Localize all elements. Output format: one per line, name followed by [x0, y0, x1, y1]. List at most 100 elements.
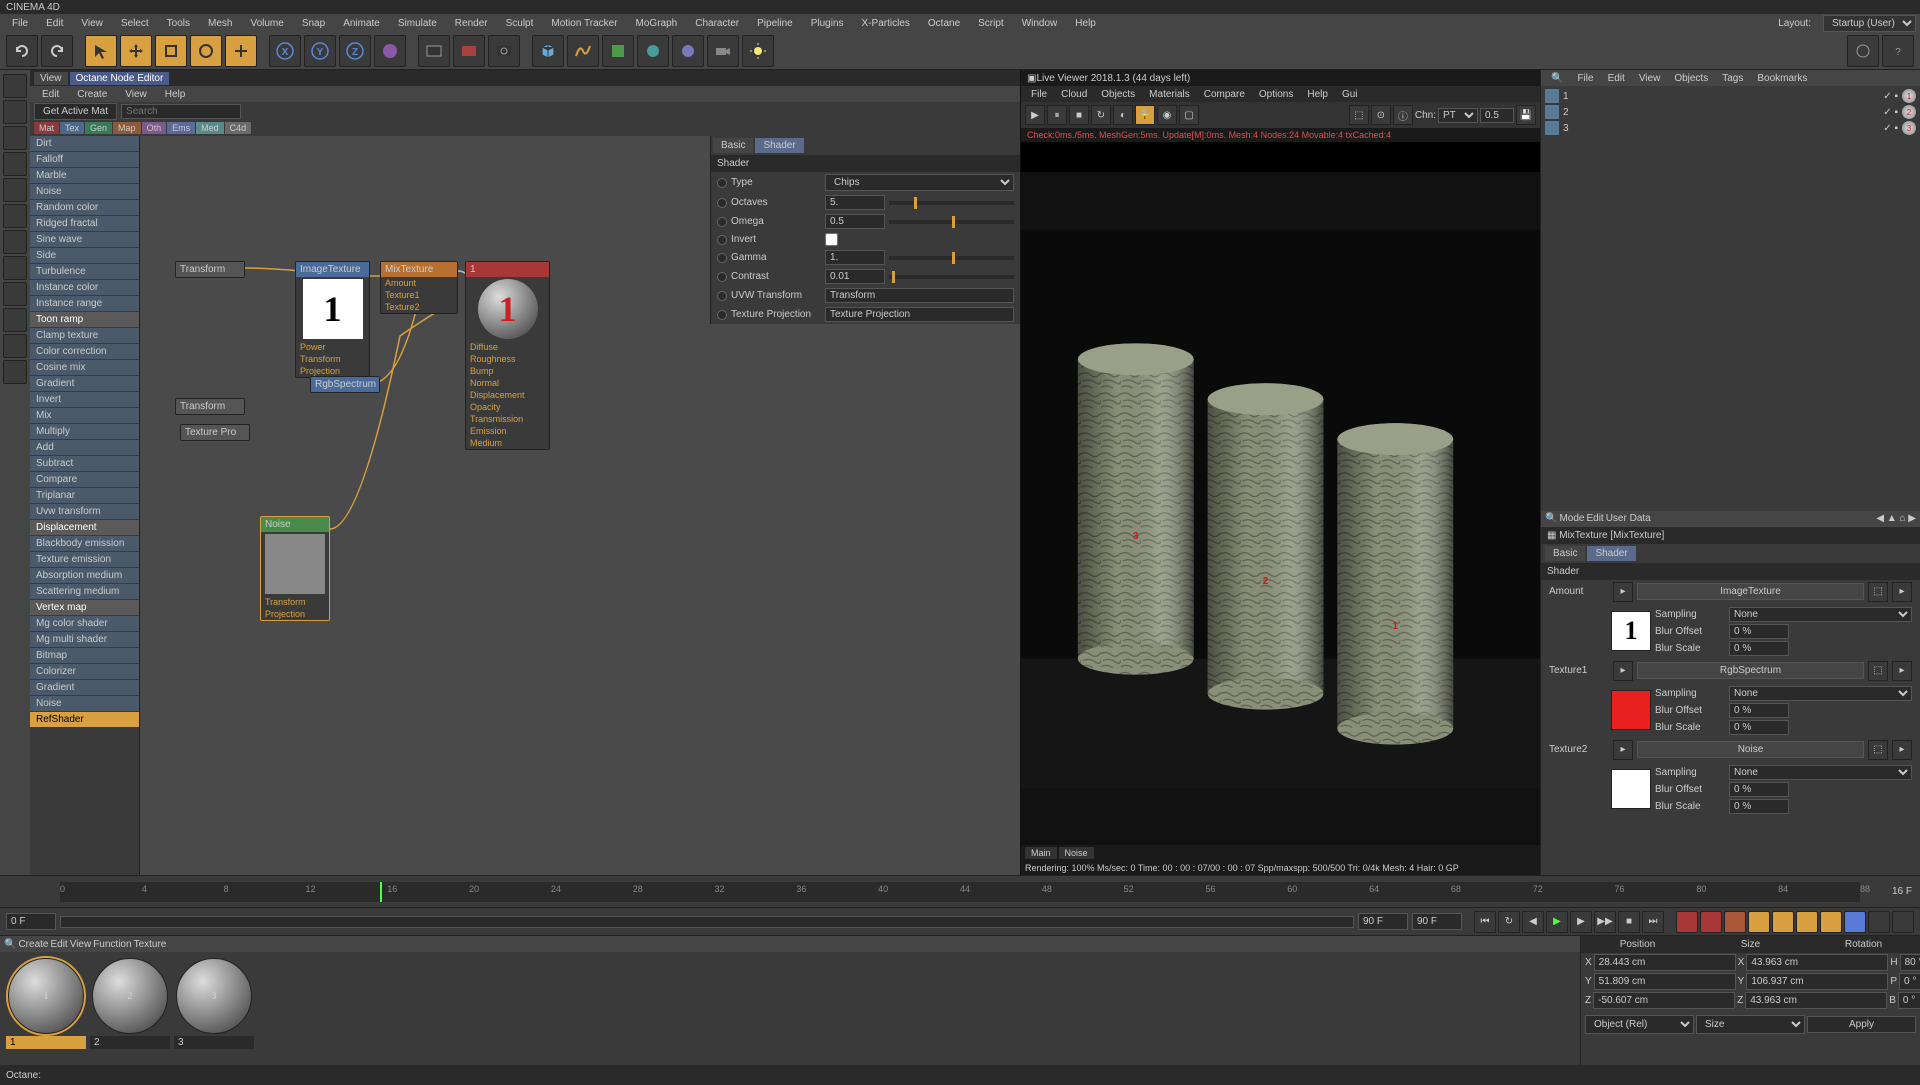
- node-rgbspectrum[interactable]: RgbSpectrum: [310, 376, 380, 393]
- lv-menu-cloud[interactable]: Cloud: [1055, 88, 1093, 101]
- timeline[interactable]: 0481216202428323640444852566064687276808…: [0, 875, 1920, 907]
- lv-focus-button[interactable]: ⊙: [1371, 105, 1391, 125]
- apply-button[interactable]: Apply: [1807, 1016, 1916, 1033]
- material-1[interactable]: 1 1: [6, 958, 86, 1049]
- move-tool[interactable]: [120, 35, 152, 67]
- sidebar-ridgedfractal[interactable]: Ridged fractal: [30, 216, 139, 232]
- mat-menu-function[interactable]: Function: [93, 939, 131, 950]
- cube-primitive-button[interactable]: [532, 35, 564, 67]
- axis-z-button[interactable]: Z: [339, 35, 371, 67]
- size-x-input[interactable]: [1746, 954, 1888, 971]
- goto-end-button[interactable]: ⏭: [1642, 911, 1664, 933]
- sidebar-gradient2[interactable]: Gradient: [30, 680, 139, 696]
- ne-menu-view[interactable]: View: [117, 88, 155, 101]
- tag-gen[interactable]: Gen: [85, 122, 112, 134]
- octaves-input[interactable]: [825, 195, 885, 210]
- blurscale-input2[interactable]: [1729, 720, 1789, 735]
- sidebar-absorption[interactable]: Absorption medium: [30, 568, 139, 584]
- menu-help[interactable]: Help: [1067, 16, 1104, 31]
- port-amount[interactable]: Amount: [381, 277, 457, 289]
- invert-checkbox[interactable]: [825, 233, 838, 246]
- lv-menu-options[interactable]: Options: [1253, 88, 1299, 101]
- sp-tab-shader[interactable]: Shader: [755, 138, 803, 153]
- node-sidebar[interactable]: Dirt Falloff Marble Noise Random color R…: [30, 136, 140, 875]
- sidebar-mgcolor[interactable]: Mg color shader: [30, 616, 139, 632]
- sampling-select[interactable]: None: [1729, 607, 1912, 622]
- lv-menu-help[interactable]: Help: [1301, 88, 1334, 101]
- sidebar-refshader[interactable]: RefShader: [30, 712, 139, 728]
- blurscale-input[interactable]: [1729, 641, 1789, 656]
- axis-x-button[interactable]: X: [269, 35, 301, 67]
- menu-snap[interactable]: Snap: [294, 16, 333, 31]
- texture1-swatch[interactable]: [1611, 690, 1651, 730]
- lv-menu-file[interactable]: File: [1025, 88, 1053, 101]
- last-tool[interactable]: [225, 35, 257, 67]
- lv-menu-gui[interactable]: Gui: [1336, 88, 1364, 101]
- node-editor-tab[interactable]: Octane Node Editor: [70, 72, 170, 85]
- gamma-slider[interactable]: [889, 256, 1014, 260]
- sidebar-add[interactable]: Add: [30, 440, 139, 456]
- omega-input[interactable]: [825, 214, 885, 229]
- obj-row-1[interactable]: 1✓ ▪1: [1545, 88, 1916, 104]
- mat-tag-2[interactable]: 2: [1902, 105, 1916, 119]
- rot-b-input[interactable]: [1898, 992, 1920, 1009]
- size-mode-select[interactable]: Size: [1696, 1015, 1805, 1034]
- mat-menu-texture[interactable]: Texture: [134, 939, 167, 950]
- size-y-input[interactable]: [1746, 973, 1888, 990]
- bluroffset-input[interactable]: [1729, 624, 1789, 639]
- omega-slider[interactable]: [889, 220, 1014, 224]
- scale-tool[interactable]: [155, 35, 187, 67]
- radio-icon[interactable]: [717, 235, 727, 245]
- material-2[interactable]: 2 2: [90, 958, 170, 1049]
- menu-script[interactable]: Script: [970, 16, 1012, 31]
- lv-tab-noise[interactable]: Noise: [1059, 847, 1094, 859]
- goto-start-button[interactable]: ⏮: [1474, 911, 1496, 933]
- sidebar-invert[interactable]: Invert: [30, 392, 139, 408]
- magnifier-icon[interactable]: 🔍: [1545, 72, 1569, 85]
- ne-menu-create[interactable]: Create: [69, 88, 115, 101]
- position-key-button[interactable]: [1748, 911, 1770, 933]
- object-list[interactable]: 1✓ ▪1 2✓ ▪2 3✓ ▪3: [1541, 86, 1920, 146]
- mat-tag-3[interactable]: 3: [1902, 121, 1916, 135]
- record-button[interactable]: [1676, 911, 1698, 933]
- proj-value[interactable]: Texture Projection: [825, 307, 1014, 322]
- menu-render[interactable]: Render: [447, 16, 496, 31]
- sp-tab-basic[interactable]: Basic: [713, 138, 753, 153]
- scale-key-button[interactable]: [1772, 911, 1794, 933]
- texture2-noise-button[interactable]: Noise: [1637, 741, 1864, 758]
- om-menu-tags[interactable]: Tags: [1716, 72, 1749, 85]
- ne-menu-edit[interactable]: Edit: [34, 88, 67, 101]
- lv-sphere-button[interactable]: ◉: [1157, 105, 1177, 125]
- sidebar-scattering[interactable]: Scattering medium: [30, 584, 139, 600]
- render-view-button[interactable]: [418, 35, 450, 67]
- chn-select[interactable]: PT: [1438, 108, 1478, 123]
- port-transmission[interactable]: Transmission: [466, 413, 549, 425]
- port-texture1[interactable]: Texture1: [381, 289, 457, 301]
- polygon-mode-button[interactable]: [3, 230, 27, 254]
- node-transform-1[interactable]: Transform: [175, 261, 245, 278]
- pos-y-input[interactable]: [1594, 973, 1736, 990]
- menu-edit[interactable]: Edit: [38, 16, 71, 31]
- port-roughness[interactable]: Roughness: [466, 353, 549, 365]
- magnifier-icon[interactable]: 🔍: [1545, 513, 1557, 524]
- om-menu-bookmarks[interactable]: Bookmarks: [1751, 72, 1813, 85]
- lv-toggle-button[interactable]: ◐: [1113, 105, 1133, 125]
- attr-menu-edit[interactable]: Edit: [1586, 513, 1603, 524]
- node-imagetexture[interactable]: ImageTexture 1 Power Transform Projectio…: [295, 261, 370, 378]
- menu-simulate[interactable]: Simulate: [390, 16, 445, 31]
- menu-volume[interactable]: Volume: [242, 16, 291, 31]
- menu-view[interactable]: View: [73, 16, 111, 31]
- texture2-clear-button[interactable]: ⬚: [1868, 740, 1888, 760]
- sidebar-sinewave[interactable]: Sine wave: [30, 232, 139, 248]
- sidebar-colorizer[interactable]: Colorizer: [30, 664, 139, 680]
- menu-pipeline[interactable]: Pipeline: [749, 16, 801, 31]
- amount-imagetexture-button[interactable]: ImageTexture: [1637, 583, 1864, 600]
- obj-row-2[interactable]: 2✓ ▪2: [1545, 104, 1916, 120]
- mat-menu-view[interactable]: View: [70, 939, 92, 950]
- sidebar-dirt[interactable]: Dirt: [30, 136, 139, 152]
- radio-icon[interactable]: [717, 310, 727, 320]
- port-medium[interactable]: Medium: [466, 437, 549, 449]
- bluroffset-input2[interactable]: [1729, 703, 1789, 718]
- om-menu-edit[interactable]: Edit: [1602, 72, 1631, 85]
- camera-button[interactable]: [707, 35, 739, 67]
